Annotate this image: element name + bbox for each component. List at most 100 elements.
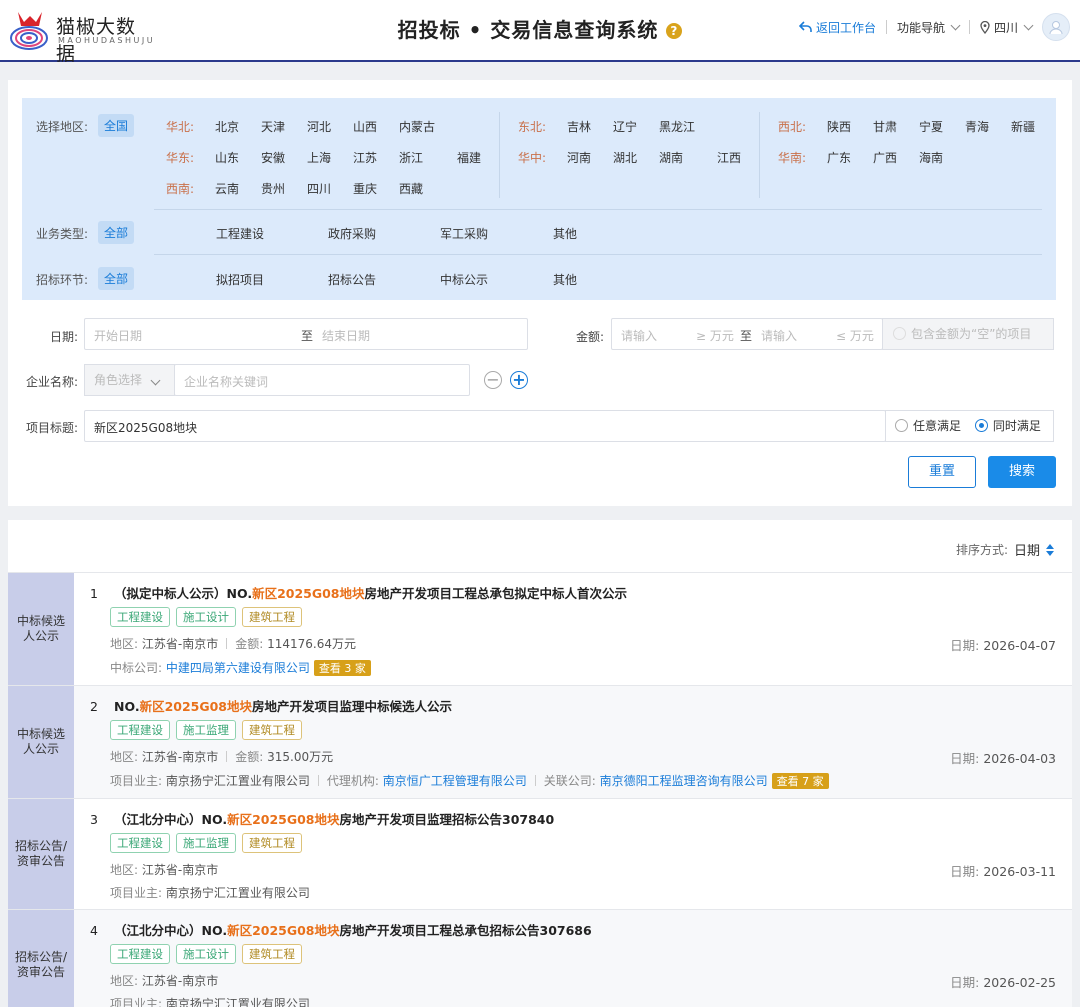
region-all-button[interactable]: 全国 (98, 114, 135, 137)
region-item[interactable]: 河南 (567, 149, 591, 166)
result-title[interactable]: 1 （拟定中标人公示）NO.新区2025G08地块房地产开发项目工程总承包拟定中标… (90, 583, 627, 602)
biz-item[interactable]: 军工采购 (440, 225, 488, 242)
biz-item[interactable]: 政府采购 (328, 225, 376, 242)
sort-icon (1046, 543, 1054, 556)
stage-item[interactable]: 其他 (553, 271, 577, 288)
region-item[interactable]: 辽宁 (613, 118, 637, 135)
tag: 建筑工程 (242, 833, 302, 853)
include-empty-amount-checkbox[interactable]: 包含金额为“空”的项目 (882, 318, 1054, 350)
biz-item[interactable]: 其他 (553, 225, 577, 242)
help-icon[interactable]: ? (666, 23, 683, 39)
amount-range-input[interactable]: 请输入 ≥ 万元 至 请输入 ≤ 万元 (611, 318, 883, 350)
sort-control[interactable]: 排序方式: 日期 (956, 540, 1054, 559)
region-item[interactable]: 云南 (215, 180, 239, 197)
function-nav-dropdown[interactable]: 功能导航 (897, 19, 961, 36)
winner-link[interactable]: 中建四局第六建设有限公司 (166, 661, 310, 675)
stage-item[interactable]: 招标公告 (328, 271, 376, 288)
stage-item[interactable]: 中标公示 (440, 271, 488, 288)
region-item[interactable]: 山东 (215, 149, 239, 166)
region-item[interactable]: 新疆 (1011, 118, 1035, 135)
region-item[interactable]: 海南 (919, 149, 943, 166)
search-button[interactable]: 搜索 (988, 456, 1056, 488)
owner-value: 南京扬宁汇江置业有限公司 (165, 886, 310, 900)
result-tags: 工程建设 施工监理 建筑工程 (110, 833, 302, 853)
tag: 施工设计 (176, 607, 236, 627)
region-item[interactable]: 浙江 (399, 149, 423, 166)
remove-condition-icon[interactable]: − (484, 371, 502, 389)
back-to-workbench-link[interactable]: 返回工作台 (798, 19, 876, 36)
region-item[interactable]: 北京 (215, 118, 239, 135)
date-range-input[interactable]: 开始日期 至 结束日期 (84, 318, 528, 350)
result-item[interactable]: 中标候选人公示 1 （拟定中标人公示）NO.新区2025G08地块房地产开发项目工… (8, 572, 1072, 685)
region-item[interactable]: 湖北 (613, 149, 637, 166)
result-tags: 工程建设 施工设计 建筑工程 (110, 944, 302, 964)
region-item[interactable]: 广西 (873, 149, 897, 166)
result-meta: 地区: 江苏省-南京市 金额: 315.00万元 (110, 748, 333, 765)
tag: 施工监理 (176, 720, 236, 740)
region-item[interactable]: 青海 (965, 118, 989, 135)
category-panel: 选择地区: 全国 华北: 北京 天津 河北 山西 内蒙古 华东: 山东 安徽 上… (22, 98, 1056, 300)
result-tags: 工程建设 施工监理 建筑工程 (110, 720, 302, 740)
biz-item[interactable]: 工程建设 (216, 225, 264, 242)
region-item[interactable]: 上海 (307, 149, 331, 166)
region-dropdown[interactable]: 四川 (980, 19, 1034, 36)
result-item[interactable]: 招标公告/资审公告 4 （江北分中心）NO.新区2025G08地块房地产开发项目工… (8, 909, 1072, 1007)
region-group-huazhong: 华中: (518, 151, 547, 165)
result-item[interactable]: 中标候选人公示 2 NO.新区2025G08地块房地产开发项目监理中标候选人公示 … (8, 685, 1072, 798)
tag: 工程建设 (110, 833, 170, 853)
result-date: 日期: 2026-04-03 (950, 748, 1056, 767)
project-title-input[interactable]: 新区2025G08地块 (84, 410, 886, 442)
region-item[interactable]: 甘肃 (873, 118, 897, 135)
stage-item[interactable]: 拟招项目 (216, 271, 264, 288)
result-item[interactable]: 招标公告/资审公告 3 （江北分中心）NO.新区2025G08地块房地产开发项目监… (8, 798, 1072, 909)
divider (968, 20, 970, 34)
agent-link[interactable]: 南京恒广工程管理有限公司 (383, 774, 527, 788)
result-title[interactable]: 3 （江北分中心）NO.新区2025G08地块房地产开发项目监理招标公告30784… (90, 809, 554, 828)
chevron-down-icon (150, 375, 161, 386)
title-highlight: 新区2025G08地块 (139, 699, 253, 714)
result-title[interactable]: 2 NO.新区2025G08地块房地产开发项目监理中标候选人公示 (90, 696, 452, 715)
region-value: 江苏省-南京市 (141, 863, 219, 877)
tag: 施工设计 (176, 944, 236, 964)
region-item[interactable]: 陕西 (827, 118, 851, 135)
match-all-radio[interactable]: 同时满足 (974, 419, 1041, 433)
region-item[interactable]: 吉林 (567, 118, 591, 135)
view-count-badge[interactable]: 查看 3 家 (313, 660, 371, 676)
date-label: 日期: (950, 864, 980, 879)
biz-all-button[interactable]: 全部 (98, 221, 135, 244)
region-item[interactable]: 江西 (717, 149, 741, 166)
region-item[interactable]: 宁夏 (919, 118, 943, 135)
region-item[interactable]: 江苏 (353, 149, 377, 166)
region-item[interactable]: 西藏 (399, 180, 423, 197)
region-item[interactable]: 天津 (261, 118, 285, 135)
region-item[interactable]: 山西 (353, 118, 377, 135)
region-item[interactable]: 黑龙江 (659, 118, 695, 135)
add-condition-icon[interactable]: + (510, 371, 528, 389)
stage-all-button[interactable]: 全部 (98, 267, 135, 290)
tag: 工程建设 (110, 944, 170, 964)
region-label: 地区: (110, 637, 139, 651)
view-count-badge[interactable]: 查看 7 家 (771, 773, 829, 789)
related-link[interactable]: 南京德阳工程监理咨询有限公司 (600, 774, 768, 788)
result-title[interactable]: 4 （江北分中心）NO.新区2025G08地块房地产开发项目工程总承包招标公告30… (90, 920, 592, 939)
region-group-xibei: 西北: (778, 120, 807, 134)
region-item[interactable]: 安徽 (261, 149, 285, 166)
match-any-radio[interactable]: 任意满足 (895, 419, 961, 433)
region-item[interactable]: 贵州 (261, 180, 285, 197)
region-item[interactable]: 内蒙古 (399, 118, 435, 135)
region-value: 江苏省-南京市 (141, 974, 219, 988)
region-item[interactable]: 福建 (457, 149, 481, 166)
company-keyword-input[interactable]: 企业名称关键词 (174, 364, 470, 396)
reset-button[interactable]: 重置 (908, 456, 976, 488)
filter-card: 选择地区: 全国 华北: 北京 天津 河北 山西 内蒙古 华东: 山东 安徽 上… (8, 80, 1072, 506)
amount-min-unit: ≥ 万元 (696, 329, 734, 343)
region-item[interactable]: 广东 (827, 149, 851, 166)
amount-value: 114176.64万元 (267, 637, 356, 651)
region-item[interactable]: 湖南 (659, 149, 683, 166)
role-select[interactable]: 角色选择 (84, 364, 175, 396)
avatar[interactable] (1042, 13, 1070, 41)
result-meta: 项目业主: 南京扬宁汇江置业有限公司 代理机构: 南京恒广工程管理有限公司 关联公司… (110, 772, 829, 789)
region-item[interactable]: 重庆 (353, 180, 377, 197)
region-item[interactable]: 河北 (307, 118, 331, 135)
region-item[interactable]: 四川 (307, 180, 331, 197)
